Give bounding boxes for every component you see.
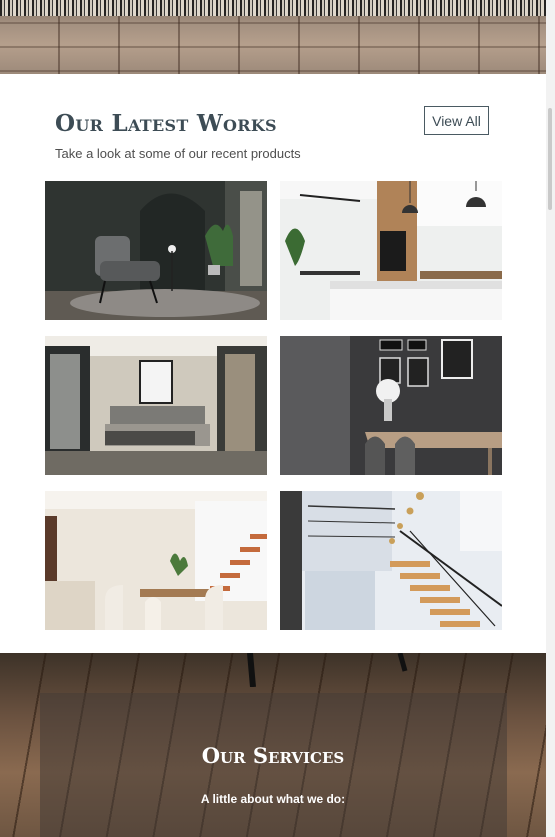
header-floor-banner [0, 0, 546, 74]
wood-glass-staircase-photo[interactable] [280, 491, 502, 630]
white-kitchen-pendant-photo[interactable] [280, 181, 502, 320]
floor-lamp-silhouette [247, 653, 408, 687]
section-title: Our Latest Works [55, 110, 277, 137]
services-subtitle: A little about what we do: [200, 792, 346, 806]
bright-dining-staircase-photo[interactable] [45, 491, 267, 630]
dark-lounge-armchair-photo[interactable] [45, 181, 267, 320]
view-all-button[interactable]: View All [424, 106, 489, 135]
section-subtitle: Take a look at some of our recent produc… [55, 146, 301, 161]
services-title: Our Services [201, 743, 345, 768]
gallery-wall-dining-photo[interactable] [280, 336, 502, 475]
scrollbar-thumb[interactable] [548, 108, 552, 210]
bedroom-interior-photo[interactable] [45, 336, 267, 475]
